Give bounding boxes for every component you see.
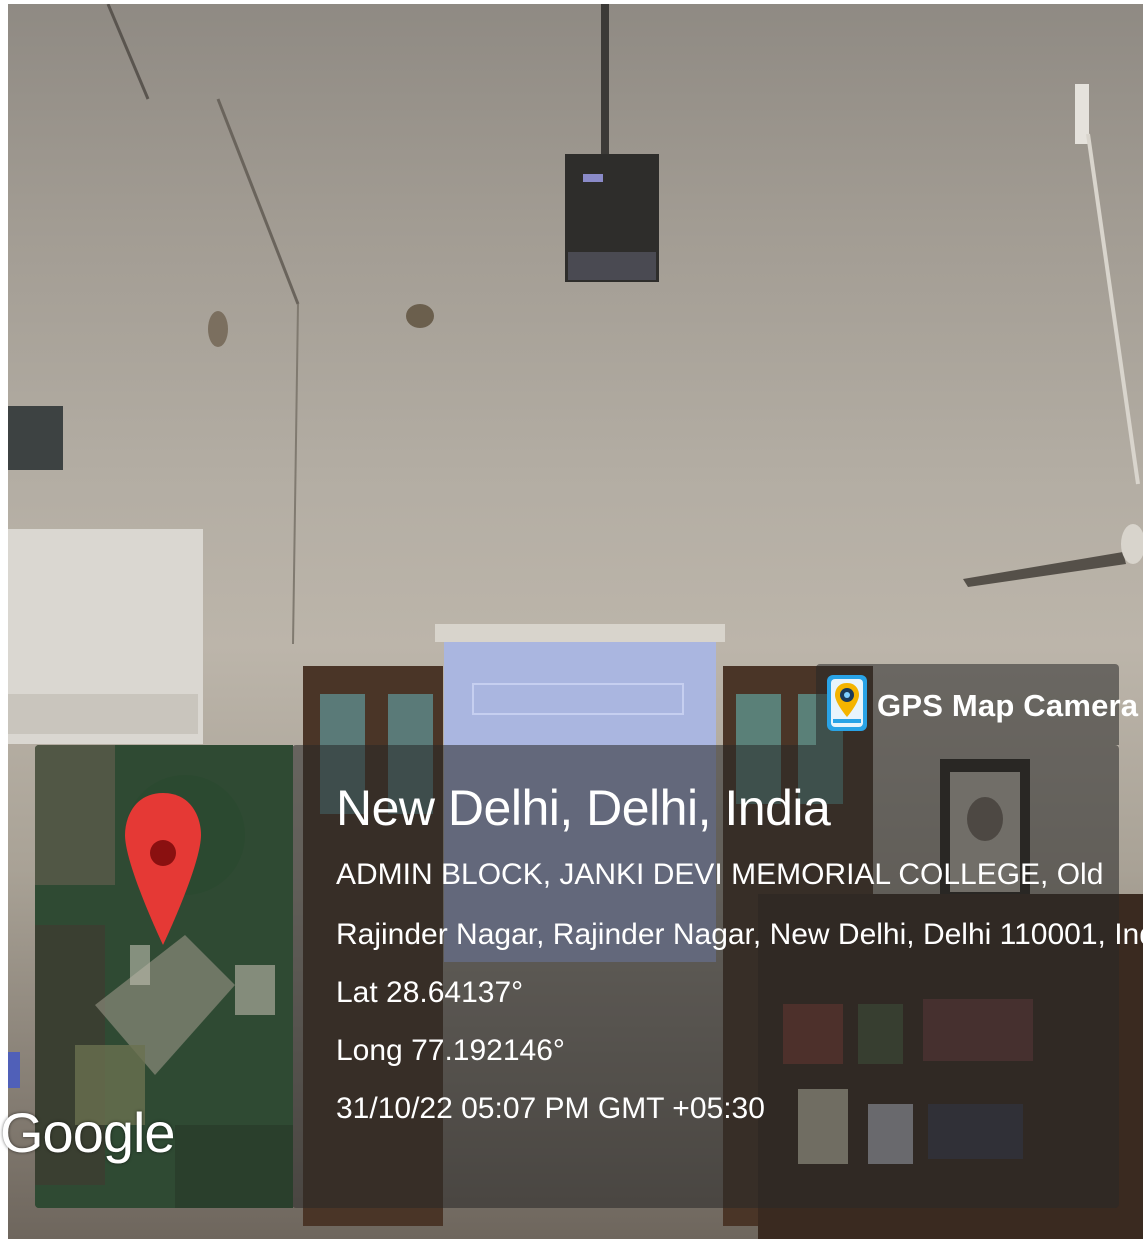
ceiling-beam-line (216, 98, 300, 305)
ceiling-beam-line (106, 4, 150, 100)
ceiling-stain (208, 311, 228, 347)
app-name-label: GPS Map Camera (877, 688, 1139, 723)
projector-light (583, 174, 603, 182)
screen-housing (435, 624, 725, 642)
fan-blade (963, 552, 1126, 587)
longitude-value: Long 77.192146° (336, 1034, 565, 1067)
ceiling-stain (406, 304, 434, 328)
air-conditioner-vent (8, 694, 198, 734)
google-logo: Google (0, 1101, 176, 1164)
timestamp: 31/10/22 05:07 PM GMT +05:30 (336, 1092, 765, 1125)
wall-vent (8, 406, 63, 470)
location-title: New Delhi, Delhi, India (336, 780, 831, 836)
gps-map-camera-icon (827, 675, 867, 731)
address-line-1: ADMIN BLOCK, JANKI DEVI MEMORIAL COLLEGE… (336, 858, 1104, 891)
projector-lens-panel (568, 252, 656, 280)
fan-rod (1086, 133, 1140, 485)
wall-corner-line (292, 303, 299, 645)
address-line-2: Rajinder Nagar, Rajinder Nagar, New Delh… (336, 918, 1143, 951)
projector-mount-rod (601, 4, 609, 159)
latitude-value: Lat 28.64137° (336, 976, 524, 1009)
monitor-edge (8, 1052, 20, 1088)
